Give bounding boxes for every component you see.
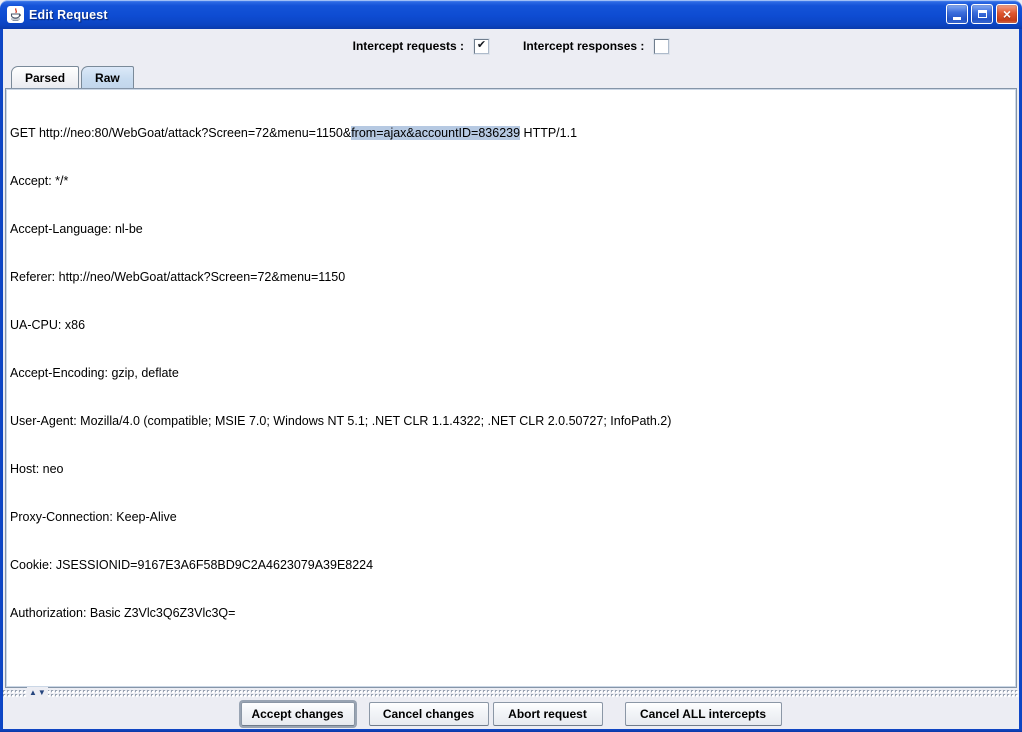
maximize-button[interactable] <box>971 4 993 24</box>
collapse-up-icon[interactable]: ▲ <box>29 687 37 698</box>
view-tabs: Parsed Raw <box>8 66 136 88</box>
request-header-line: UA-CPU: x86 <box>10 317 1012 333</box>
close-icon: × <box>1003 7 1011 21</box>
intercept-requests-label: Intercept requests : <box>353 39 464 53</box>
window-title: Edit Request <box>29 8 108 22</box>
request-header-line: Accept-Language: nl-be <box>10 221 1012 237</box>
minimize-icon <box>953 17 961 20</box>
tab-raw[interactable]: Raw <box>81 66 134 88</box>
action-button-bar: Accept changes Cancel changes Abort requ… <box>3 698 1019 729</box>
java-coffee-cup-icon <box>9 8 22 21</box>
intercept-responses-checkbox[interactable] <box>654 39 669 54</box>
abort-request-button[interactable]: Abort request <box>493 702 603 726</box>
collapse-down-icon[interactable]: ▼ <box>38 687 46 698</box>
request-header-line: Accept: */* <box>10 173 1012 189</box>
client-area: Intercept requests : ✔ Intercept respons… <box>3 29 1019 729</box>
maximize-icon <box>978 10 987 18</box>
edit-request-window: Edit Request × Intercept requests : ✔ In… <box>0 0 1022 732</box>
minimize-button[interactable] <box>946 4 968 24</box>
request-line-post: HTTP/1.1 <box>520 126 577 140</box>
raw-request-editor[interactable]: GET http://neo:80/WebGoat/attack?Screen=… <box>5 88 1017 688</box>
intercept-requests-checkbox[interactable]: ✔ <box>474 39 489 54</box>
request-header-line: Accept-Encoding: gzip, deflate <box>10 365 1012 381</box>
split-pane-divider[interactable]: ▲ ▼ <box>3 689 1019 698</box>
divider-one-touch-buttons: ▲ ▼ <box>27 687 48 698</box>
request-line: GET http://neo:80/WebGoat/attack?Screen=… <box>10 125 1012 141</box>
selected-request-text: from=ajax&accountID=836239 <box>351 126 520 140</box>
window-controls: × <box>946 4 1018 24</box>
request-header-line: Proxy-Connection: Keep-Alive <box>10 509 1012 525</box>
cancel-all-intercepts-button[interactable]: Cancel ALL intercepts <box>625 702 782 726</box>
request-header-line: Host: neo <box>10 461 1012 477</box>
request-line-pre: GET http://neo:80/WebGoat/attack?Screen=… <box>10 126 351 140</box>
request-header-line: User-Agent: Mozilla/4.0 (compatible; MSI… <box>10 413 1012 429</box>
intercept-responses-label: Intercept responses : <box>523 39 644 53</box>
titlebar: Edit Request × <box>0 0 1022 29</box>
tab-parsed[interactable]: Parsed <box>11 66 79 88</box>
close-button[interactable]: × <box>996 4 1018 24</box>
request-header-line: Cookie: JSESSIONID=9167E3A6F58BD9C2A4623… <box>10 557 1012 573</box>
checkmark-icon: ✔ <box>477 40 486 51</box>
request-header-line: Authorization: Basic Z3Vlc3Q6Z3Vlc3Q= <box>10 605 1012 621</box>
intercept-options-row: Intercept requests : ✔ Intercept respons… <box>3 29 1019 63</box>
cancel-changes-button[interactable]: Cancel changes <box>369 702 489 726</box>
java-app-icon <box>7 6 24 23</box>
request-header-line: Referer: http://neo/WebGoat/attack?Scree… <box>10 269 1012 285</box>
accept-changes-button[interactable]: Accept changes <box>241 702 355 726</box>
